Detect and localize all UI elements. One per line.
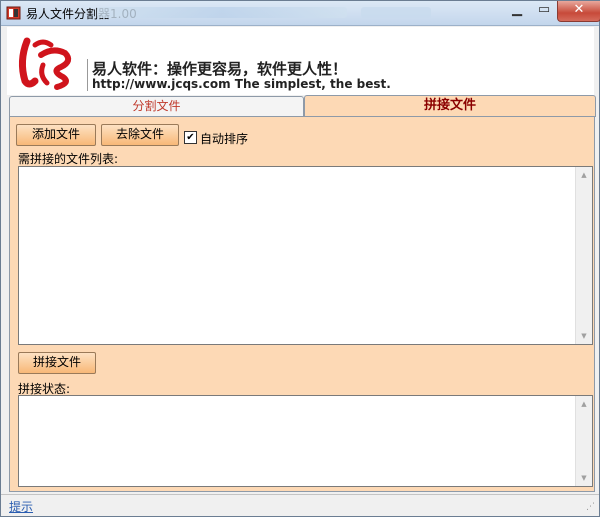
title-bar-decoration <box>97 7 347 18</box>
file-list-scrollbar[interactable]: ▲ ▼ <box>575 167 592 344</box>
tab-split-file[interactable]: 分割文件 <box>9 96 304 117</box>
title-bar-decoration <box>361 7 431 18</box>
file-list[interactable]: ▲ ▼ <box>18 166 593 345</box>
auto-sort-checkbox[interactable]: ✔ <box>184 131 197 144</box>
resize-grip-icon[interactable]: ⋰ <box>586 502 597 513</box>
status-box-scrollbar[interactable]: ▲ ▼ <box>575 396 592 486</box>
auto-sort-label[interactable]: 自动排序 <box>200 130 248 147</box>
minimize-icon: ▁ <box>512 2 522 17</box>
app-icon[interactable] <box>6 5 22 21</box>
maximize-button[interactable]: ▭ <box>531 1 557 21</box>
join-file-button[interactable]: 拼接文件 <box>18 352 96 374</box>
scroll-down-icon[interactable]: ▼ <box>576 329 592 343</box>
title-bar[interactable]: 易人文件分割器1.00 ▁ ▭ ✕ <box>1 1 600 26</box>
scroll-up-icon[interactable]: ▲ <box>576 168 592 182</box>
banner-url: http://www.jcqs.com The simplest, the be… <box>92 77 391 91</box>
scroll-down-icon[interactable]: ▼ <box>576 471 592 485</box>
scroll-up-icon[interactable]: ▲ <box>576 397 592 411</box>
app-window: 易人文件分割器1.00 ▁ ▭ ✕ 易人软件：操作更容易，软件更人性！ http… <box>0 0 600 517</box>
close-button[interactable]: ✕ <box>557 1 600 22</box>
minimize-button[interactable]: ▁ <box>503 1 531 21</box>
checkmark-icon: ✔ <box>186 132 195 143</box>
jcqs-logo-icon <box>18 37 72 90</box>
tab-join-file[interactable]: 拼接文件 <box>304 95 596 117</box>
banner-slogan: 易人软件：操作更容易，软件更人性！ <box>92 60 348 78</box>
file-list-label: 需拼接的文件列表: <box>18 152 119 166</box>
remove-file-button[interactable]: 去除文件 <box>101 124 179 146</box>
add-file-button[interactable]: 添加文件 <box>16 124 96 146</box>
close-icon: ✕ <box>573 2 585 17</box>
maximize-icon: ▭ <box>537 2 551 17</box>
join-panel: 添加文件 去除文件 ✔ 自动排序 需拼接的文件列表: ▲ ▼ 拼接文件 拼接状态… <box>9 116 595 492</box>
banner-divider <box>87 59 88 91</box>
status-bar: 提示 ⋰ <box>1 494 599 515</box>
status-bar-hint[interactable]: 提示 <box>9 498 33 515</box>
banner: 易人软件：操作更容易，软件更人性！ http://www.jcqs.com Th… <box>7 27 594 95</box>
status-box[interactable]: ▲ ▼ <box>18 395 593 487</box>
